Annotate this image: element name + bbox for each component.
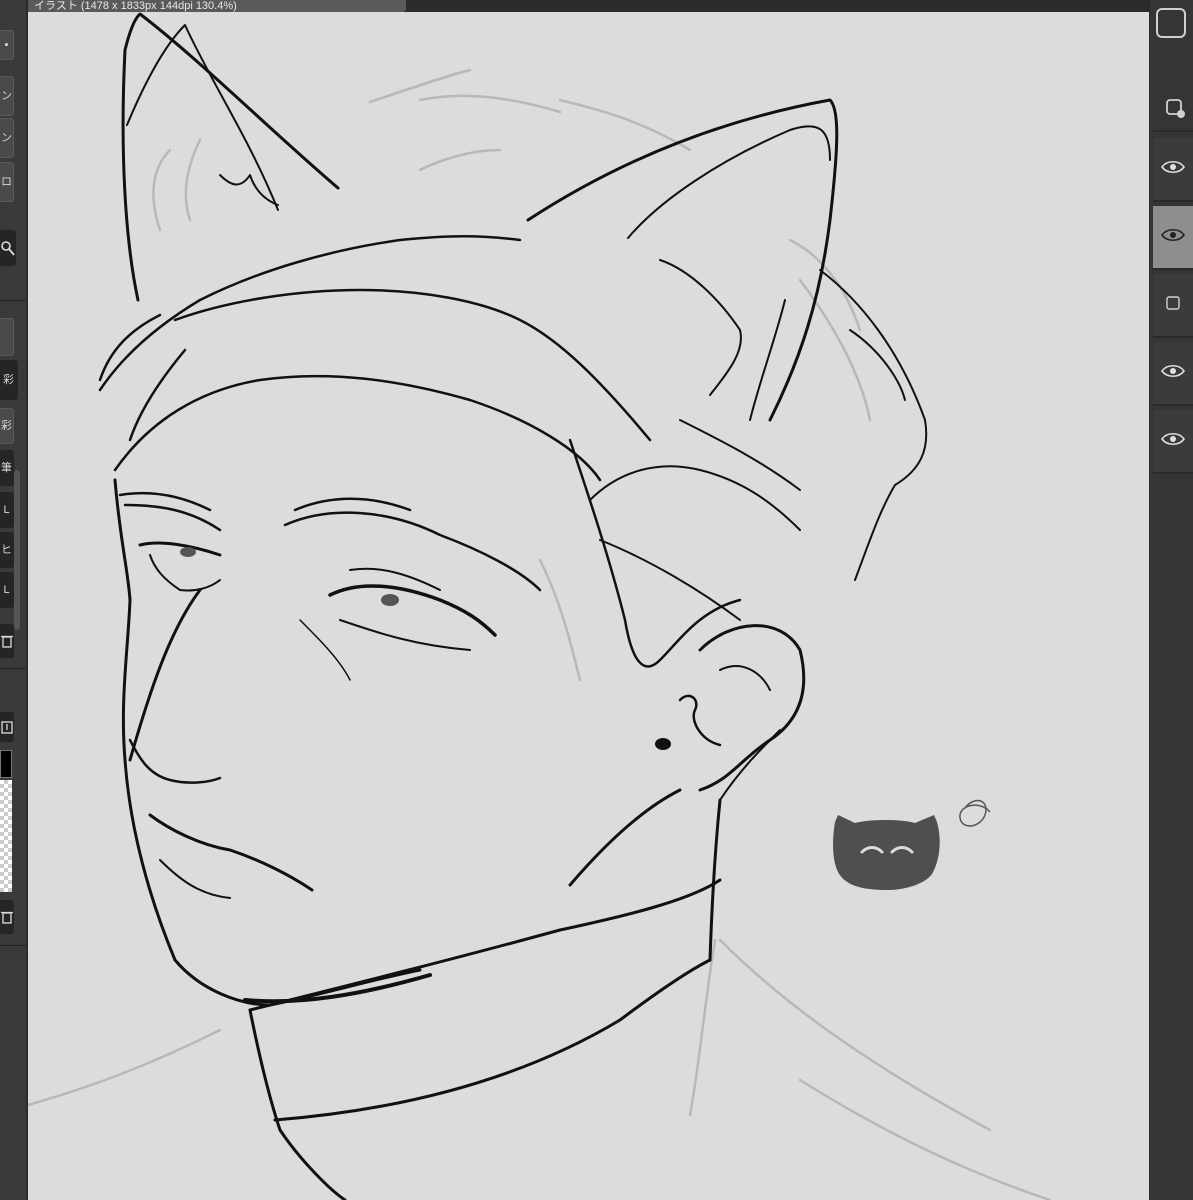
palette-tab-label: 彩 [1, 419, 12, 432]
tool-button-2[interactable]: ン [0, 76, 14, 116]
eye-icon[interactable] [1161, 432, 1185, 451]
left-tool-strip: ▪ ン ン ロ 彩 彩 筆 L ヒ L [0, 0, 26, 1200]
transparent-swatch[interactable] [0, 780, 12, 892]
palette-tab-label: 筆 [1, 461, 12, 474]
tool-button-1[interactable]: ▪ [0, 30, 14, 60]
left-scrollbar[interactable] [14, 470, 20, 630]
ink-layer [98, 12, 928, 1200]
layer-mask-icon[interactable] [1165, 98, 1187, 125]
divider [0, 945, 26, 946]
lineart-drawing [28, 12, 1052, 1200]
visibility-checkbox-empty[interactable] [1166, 295, 1180, 315]
layer-row-1[interactable] [1153, 138, 1193, 202]
eye-icon[interactable] [1161, 228, 1185, 247]
panel-button[interactable] [0, 318, 14, 356]
canvas-title: イラスト (1478 x 1833px 144dpi 130.4%) [34, 0, 237, 12]
layer-row-2-selected[interactable] [1153, 206, 1193, 270]
layer-view-toggle-button[interactable] [1156, 8, 1186, 38]
layer-panel [1150, 0, 1193, 1200]
palette-tab-5[interactable]: ヒ [0, 532, 14, 568]
palette-tab-2[interactable]: 彩 [0, 408, 14, 444]
sketch-layer [28, 68, 1052, 1200]
palette-tab-1[interactable]: 彩 [0, 360, 18, 400]
palette-tab-label: ヒ [1, 543, 12, 556]
trash-icon[interactable] [0, 624, 14, 658]
palette-tab-3[interactable]: 筆 [0, 450, 14, 486]
tool-button-3[interactable]: ン [0, 118, 14, 158]
layer-row-3[interactable] [1153, 274, 1193, 338]
layer-row-4[interactable] [1153, 342, 1193, 406]
palette-tab-label: L [3, 583, 10, 596]
cat-logo-icon [833, 799, 991, 890]
eye-icon[interactable] [1161, 364, 1185, 383]
layer-row-5[interactable] [1153, 410, 1193, 474]
divider [0, 668, 26, 669]
drawing-canvas[interactable] [28, 12, 1149, 1200]
search-icon[interactable] [0, 230, 16, 266]
import-icon[interactable] [0, 712, 14, 742]
canvas-title-tab[interactable]: イラスト (1478 x 1833px 144dpi 130.4%) [28, 0, 406, 12]
palette-tab-4[interactable]: L [0, 492, 14, 528]
eye-icon[interactable] [1161, 160, 1185, 179]
palette-tab-label: 彩 [3, 373, 14, 386]
trash-icon[interactable] [0, 900, 14, 934]
tool-button-4[interactable]: ロ [0, 162, 14, 202]
divider [1153, 130, 1193, 132]
color-swatch-black[interactable] [0, 750, 12, 778]
divider [0, 300, 26, 301]
palette-tab-label: L [3, 503, 10, 516]
palette-tab-6[interactable]: L [0, 572, 14, 608]
